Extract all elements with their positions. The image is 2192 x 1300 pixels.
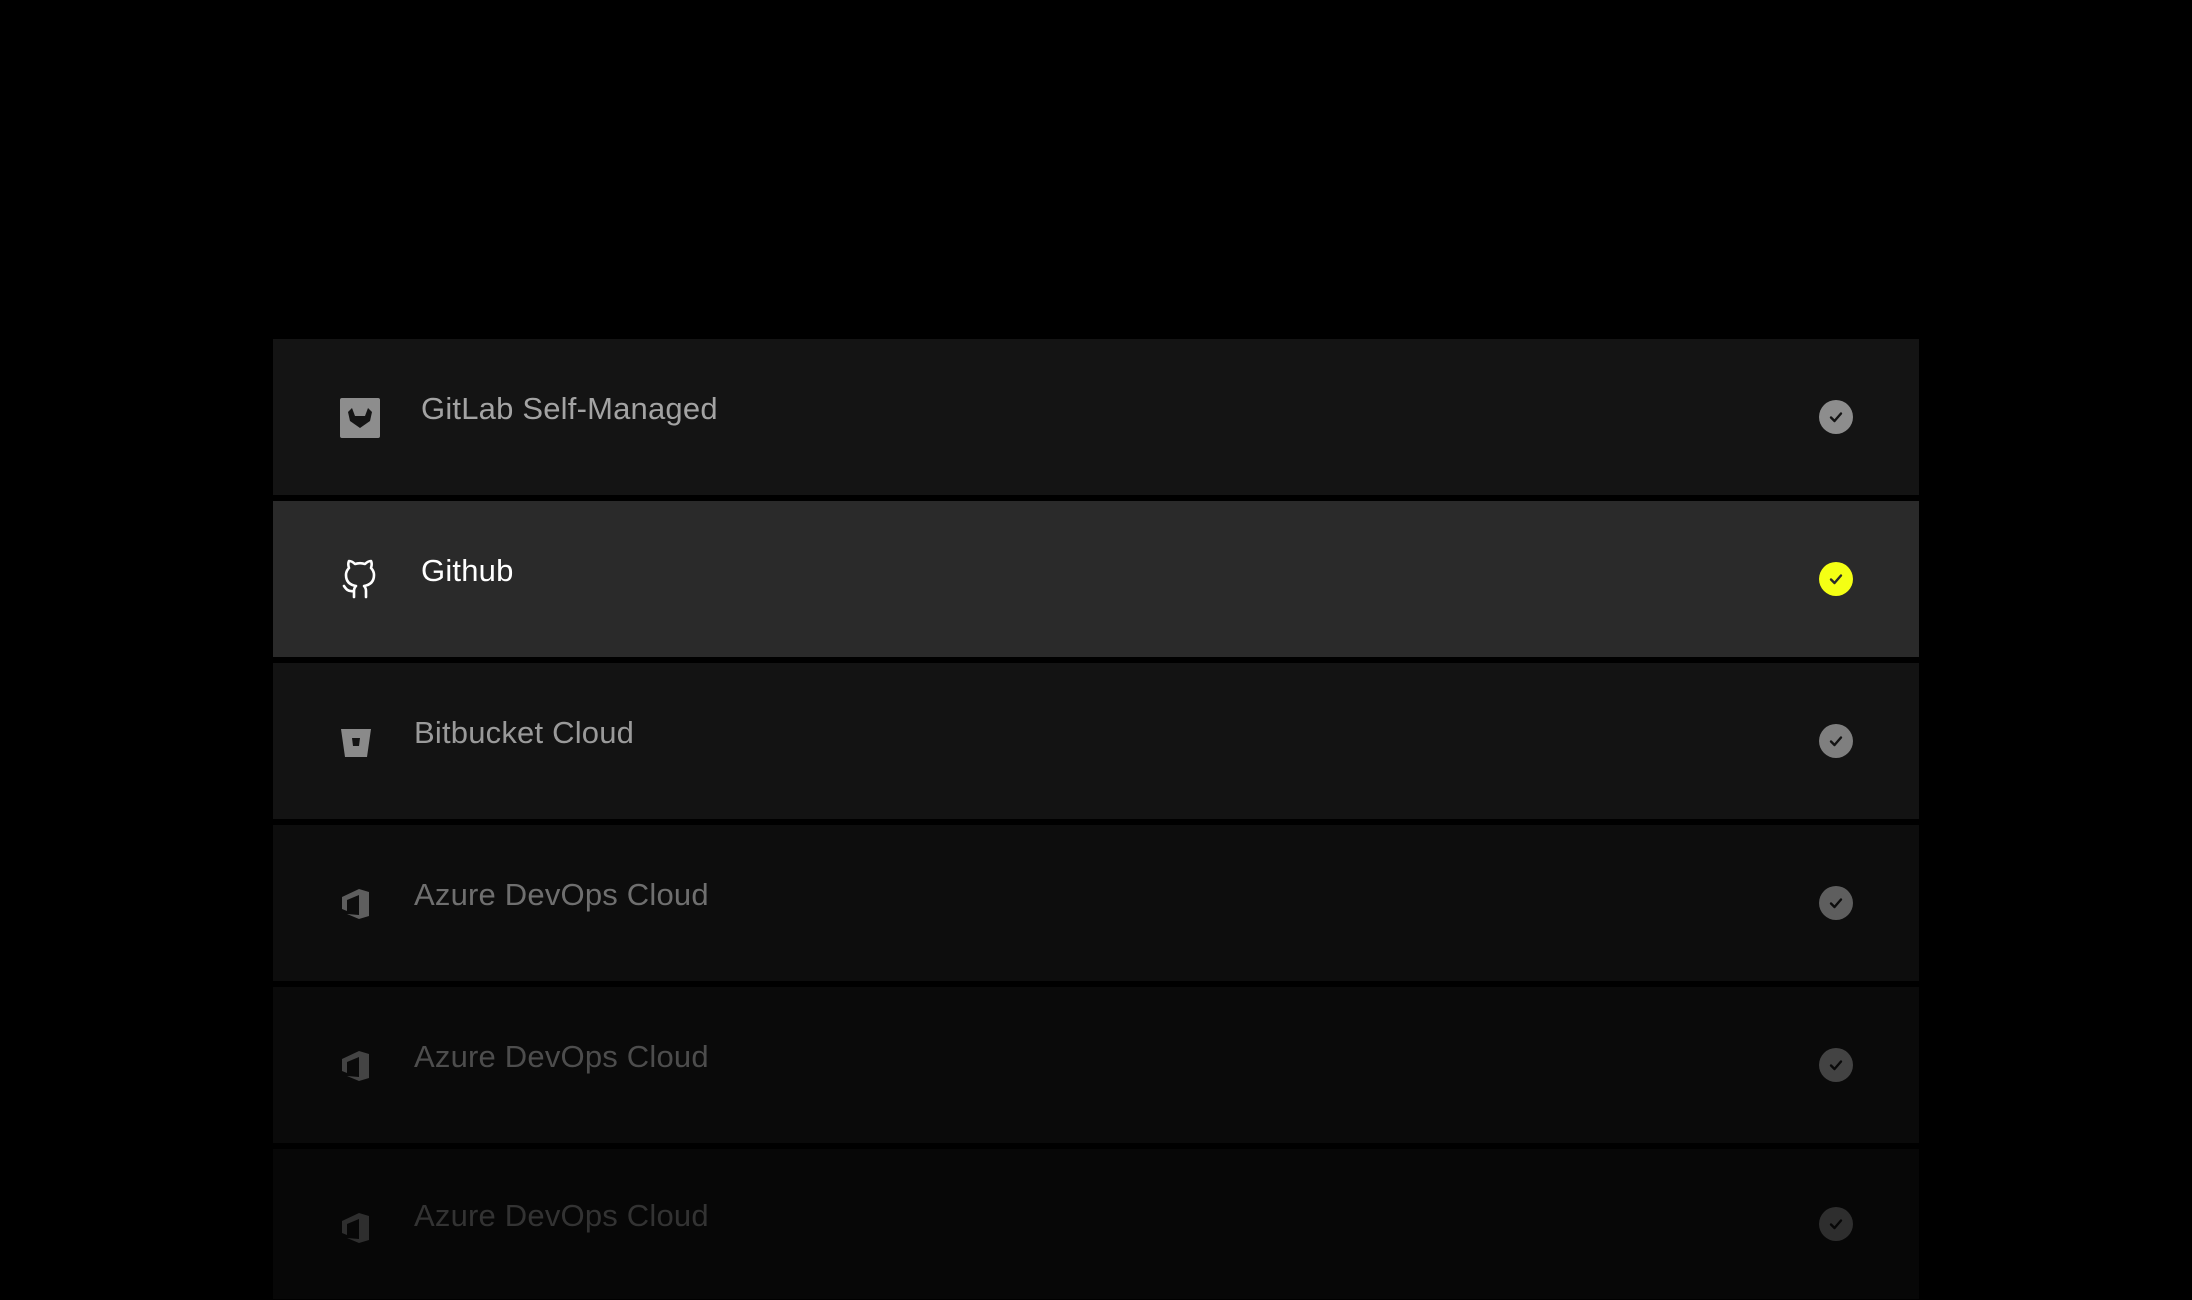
page: GitLab Self-Managed Github Bitbucket Clo… (0, 0, 2192, 1300)
check-circle-icon[interactable] (1819, 1207, 1853, 1241)
check-circle-icon[interactable] (1819, 724, 1853, 758)
provider-label: Github (421, 553, 514, 588)
gitlab-icon (339, 395, 381, 439)
git-provider-list: GitLab Self-Managed Github Bitbucket Clo… (273, 339, 1919, 1300)
check-circle-icon[interactable] (1819, 400, 1853, 434)
provider-row-github[interactable]: Github (273, 501, 1919, 657)
azure-devops-icon (339, 1205, 373, 1249)
azure-devops-icon (339, 1043, 373, 1087)
provider-label: Azure DevOps Cloud (414, 1039, 709, 1074)
provider-row-azure-devops-cloud[interactable]: Azure DevOps Cloud (273, 825, 1919, 981)
provider-row-azure-devops-cloud[interactable]: Azure DevOps Cloud (273, 1149, 1919, 1299)
check-circle-icon[interactable] (1819, 1048, 1853, 1082)
bitbucket-icon (339, 719, 373, 763)
github-icon (339, 557, 381, 601)
provider-label: Azure DevOps Cloud (414, 877, 709, 912)
provider-row-bitbucket-cloud[interactable]: Bitbucket Cloud (273, 663, 1919, 819)
check-circle-icon[interactable] (1819, 886, 1853, 920)
check-circle-icon[interactable] (1819, 562, 1853, 596)
provider-row-gitlab-self-managed[interactable]: GitLab Self-Managed (273, 339, 1919, 495)
azure-devops-icon (339, 881, 373, 925)
provider-row-azure-devops-cloud[interactable]: Azure DevOps Cloud (273, 987, 1919, 1143)
provider-label: Azure DevOps Cloud (414, 1198, 709, 1233)
provider-label: Bitbucket Cloud (414, 715, 635, 750)
provider-label: GitLab Self-Managed (421, 391, 718, 426)
